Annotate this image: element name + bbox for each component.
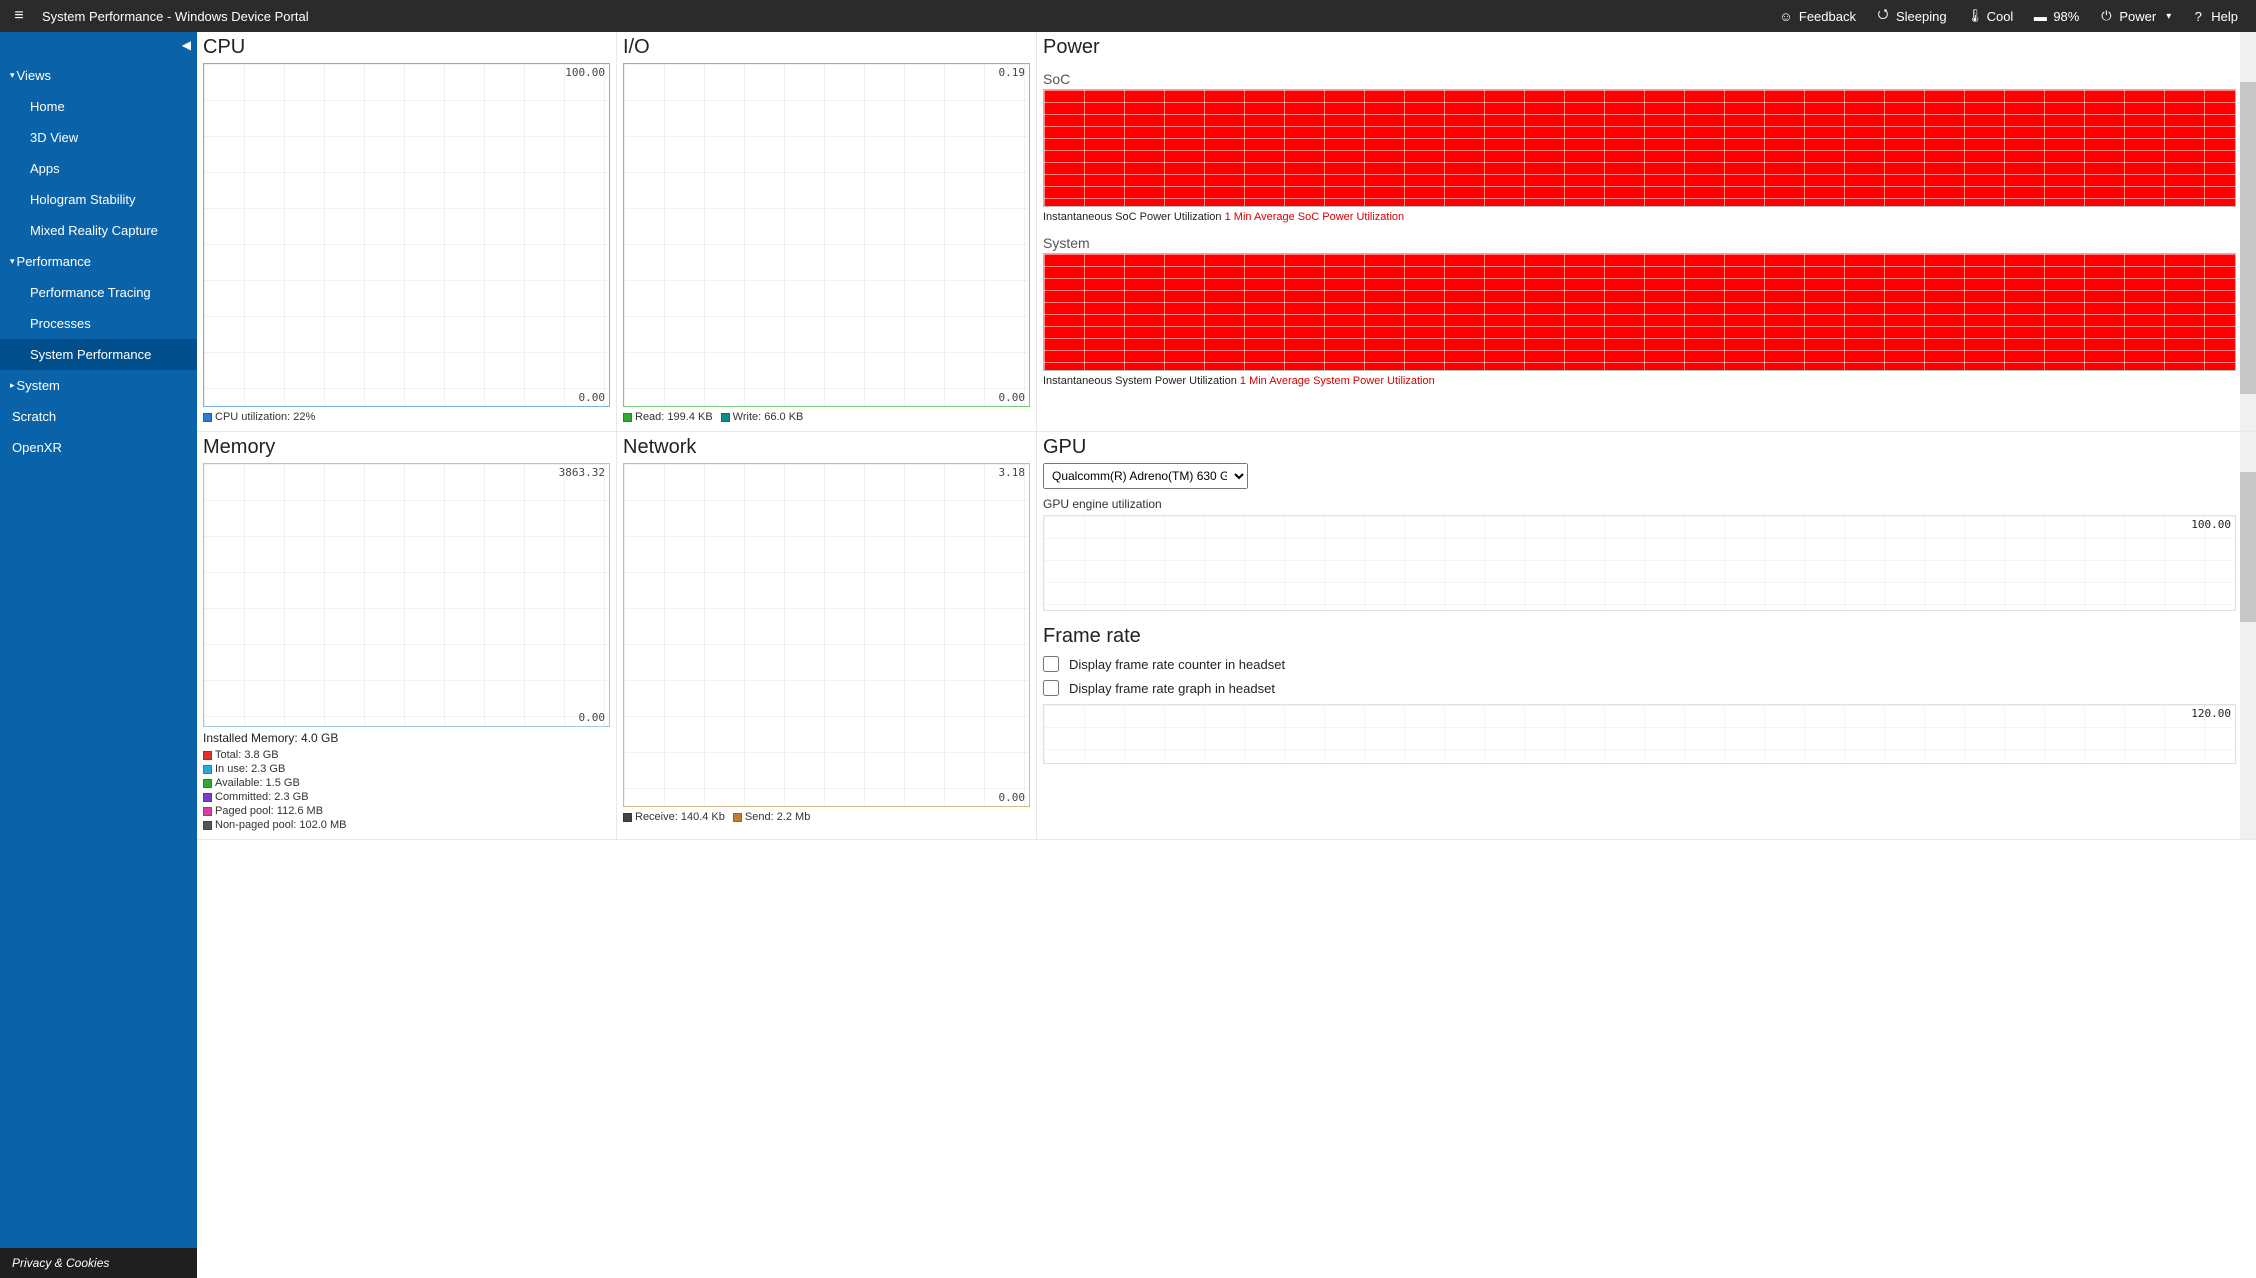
nav-group-performance[interactable]: ▾Performance — [0, 246, 197, 277]
smiley-icon: ☺ — [1779, 9, 1793, 24]
privacy-link[interactable]: Privacy & Cookies — [0, 1248, 197, 1278]
gpu-select[interactable]: Qualcomm(R) Adreno(TM) 630 GPU — [1043, 463, 1248, 489]
soc-label: SoC — [1043, 71, 2236, 87]
network-legend: Receive: 140.4 Kb Send: 2.2 Mb — [623, 811, 1030, 823]
page-title: System Performance - Windows Device Port… — [42, 9, 309, 24]
framerate-counter-row: Display frame rate counter in headset — [1043, 656, 2236, 672]
system-legend: Instantaneous System Power Utilization 1… — [1043, 375, 2236, 387]
memory-chart: 3863.32 0.00 — [203, 463, 610, 727]
scrollbar-rail[interactable] — [2240, 32, 2256, 431]
memory-panel: Memory 3863.32 0.00 Installed Memory: 4.… — [197, 432, 617, 840]
memory-legend: Total: 3.8 GB In use: 2.3 GB Available: … — [203, 749, 610, 831]
io-title: I/O — [623, 36, 1030, 59]
nav-group-system[interactable]: ▸System — [0, 370, 197, 401]
soc-legend: Instantaneous SoC Power Utilization 1 Mi… — [1043, 211, 2236, 223]
gpu-chart: 100.00 — [1043, 515, 2236, 611]
framerate-title: Frame rate — [1043, 625, 2236, 648]
thermal-status: 🌡Cool — [1967, 8, 2014, 24]
battery-icon: ▬ — [2033, 9, 2047, 24]
system-power-chart — [1043, 253, 2236, 371]
memory-title: Memory — [203, 436, 610, 459]
power-icon: ⏻ — [2099, 8, 2113, 24]
framerate-graph-checkbox[interactable] — [1043, 680, 1059, 696]
network-title: Network — [623, 436, 1030, 459]
battery-status: ▬98% — [2033, 9, 2079, 24]
framerate-chart: 120.00 — [1043, 704, 2236, 764]
power-panel: Power SoC Instantaneous SoC Power Utiliz… — [1037, 32, 2256, 432]
sidebar-item-system-performance[interactable]: System Performance — [0, 339, 197, 370]
gpu-title: GPU — [1043, 436, 2236, 459]
help-icon: ? — [2191, 9, 2205, 24]
help-link[interactable]: ?Help — [2191, 9, 2238, 24]
sidebar-item-performance-tracing[interactable]: Performance Tracing — [0, 277, 197, 308]
scrollbar-thumb[interactable] — [2240, 82, 2256, 394]
framerate-counter-checkbox[interactable] — [1043, 656, 1059, 672]
io-legend: Read: 199.4 KB Write: 66.0 KB — [623, 411, 1030, 423]
network-chart: 3.18 0.00 — [623, 463, 1030, 807]
scrollbar-thumb-2[interactable] — [2240, 472, 2256, 622]
top-bar: ≡ System Performance - Windows Device Po… — [0, 0, 2256, 32]
power-menu[interactable]: ⏻Power — [2099, 8, 2171, 24]
cpu-chart: 100.00 0.00 — [203, 63, 610, 407]
sidebar-item-3d-view[interactable]: 3D View — [0, 122, 197, 153]
nav-group-views[interactable]: ▾Views — [0, 60, 197, 91]
cpu-legend: CPU utilization: 22% — [203, 411, 610, 423]
sidebar-item-openxr[interactable]: OpenXR — [0, 432, 197, 463]
network-panel: Network 3.18 0.00 Receive: 140.4 Kb Send… — [617, 432, 1037, 840]
memory-installed: Installed Memory: 4.0 GB — [203, 731, 610, 745]
chevron-down-icon: ▾ — [10, 256, 15, 267]
sidebar-item-scratch[interactable]: Scratch — [0, 401, 197, 432]
sidebar-item-processes[interactable]: Processes — [0, 308, 197, 339]
chevron-down-icon: ▾ — [10, 70, 15, 81]
io-chart: 0.19 0.00 — [623, 63, 1030, 407]
system-label: System — [1043, 235, 2236, 251]
soc-power-chart — [1043, 89, 2236, 207]
sidebar: ◀ ▾Views Home 3D View Apps Hologram Stab… — [0, 32, 197, 1278]
power-title: Power — [1043, 36, 2236, 59]
collapse-sidebar-icon[interactable]: ◀ — [182, 38, 191, 52]
hamburger-icon[interactable]: ≡ — [8, 7, 30, 25]
feedback-link[interactable]: ☺Feedback — [1779, 9, 1856, 24]
gpu-engine-label: GPU engine utilization — [1043, 497, 2236, 511]
sidebar-item-hologram-stability[interactable]: Hologram Stability — [0, 184, 197, 215]
chevron-right-icon: ▸ — [10, 380, 15, 391]
cpu-panel: CPU 100.00 0.00 CPU utilization: 22% — [197, 32, 617, 432]
thermometer-icon: 🌡 — [1967, 8, 1981, 24]
scrollbar-rail-2[interactable] — [2240, 432, 2256, 839]
sidebar-item-home[interactable]: Home — [0, 91, 197, 122]
sidebar-item-apps[interactable]: Apps — [0, 153, 197, 184]
framerate-graph-label: Display frame rate graph in headset — [1069, 681, 1275, 696]
framerate-counter-label: Display frame rate counter in headset — [1069, 657, 1285, 672]
gpu-framerate-panel: GPU Qualcomm(R) Adreno(TM) 630 GPU GPU e… — [1037, 432, 2256, 840]
content-area: CPU 100.00 0.00 CPU utilization: 22% I/O… — [197, 32, 2256, 1278]
framerate-graph-row: Display frame rate graph in headset — [1043, 680, 2236, 696]
sleeping-status: ⭯Sleeping — [1876, 5, 1947, 27]
clock-icon: ⭯ — [1876, 5, 1890, 27]
cpu-title: CPU — [203, 36, 610, 59]
io-panel: I/O 0.19 0.00 Read: 199.4 KB Write: 66.0… — [617, 32, 1037, 432]
sidebar-item-mixed-reality-capture[interactable]: Mixed Reality Capture — [0, 215, 197, 246]
